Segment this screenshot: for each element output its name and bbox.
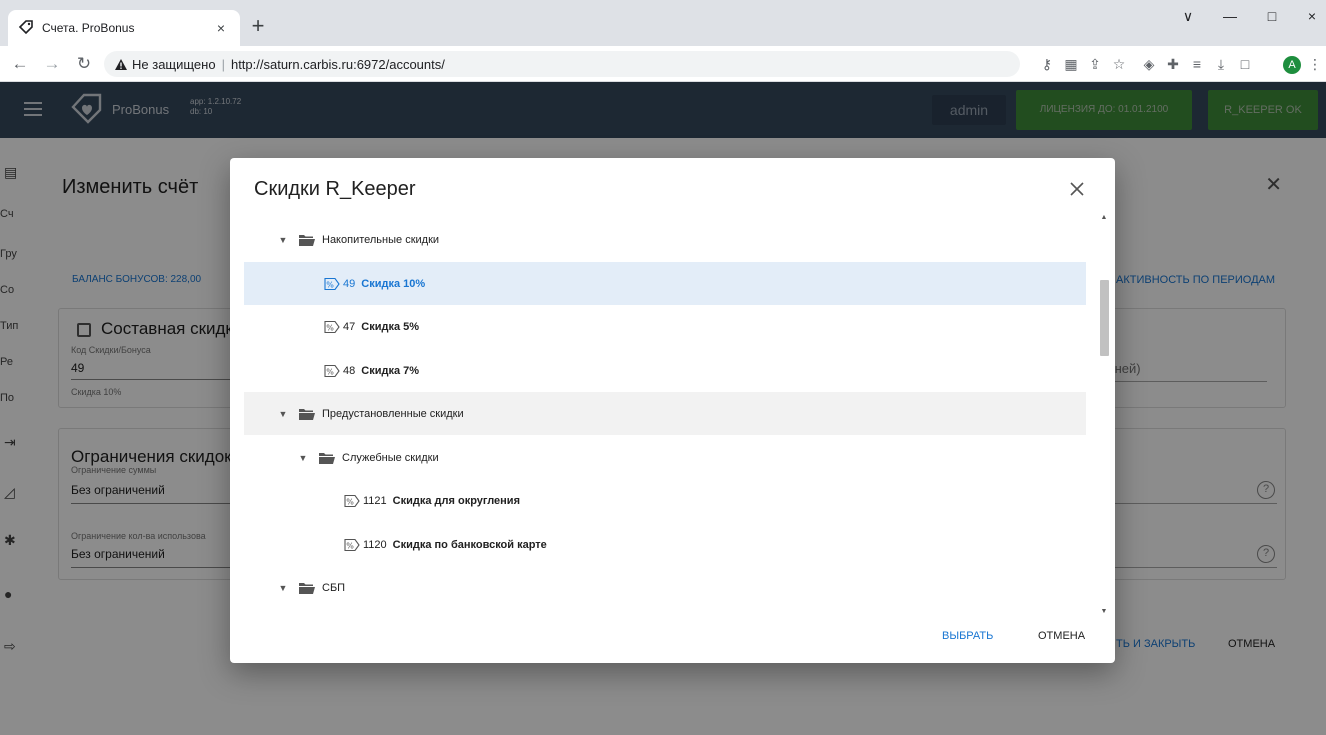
svg-text:%: % bbox=[326, 280, 334, 289]
folder-open-icon bbox=[299, 582, 315, 594]
key-icon[interactable]: ⚷ bbox=[1038, 55, 1056, 73]
expand-caret-icon[interactable]: ▼ bbox=[294, 453, 312, 463]
tree-discount-row[interactable]: % 1120 Скидка по банковской карте bbox=[244, 523, 1086, 566]
tree-folder-row[interactable]: ▼ Предустановленные скидки bbox=[244, 392, 1086, 435]
discount-code: 1120 bbox=[363, 538, 387, 551]
scroll-up-icon[interactable]: ▲ bbox=[1100, 214, 1108, 224]
discount-tag-icon: % bbox=[344, 538, 360, 551]
svg-text:%: % bbox=[346, 541, 354, 550]
tree-folder-row[interactable]: ▼ Накопительные скидки bbox=[244, 218, 1086, 261]
translate-icon[interactable]: ▦ bbox=[1062, 55, 1080, 73]
tag-icon bbox=[18, 20, 33, 35]
discount-tree: ▼ Накопительные скидки% 49 Скидка 10%% 47 Ски… bbox=[244, 218, 1086, 614]
back-arrow-icon[interactable]: ← bbox=[8, 52, 32, 76]
discount-name: Скидка 5% bbox=[361, 320, 420, 333]
security-label[interactable]: Не защищено bbox=[132, 57, 216, 72]
discount-code: 48 bbox=[343, 364, 356, 377]
discount-name: Скидка по банковской карте bbox=[392, 538, 547, 551]
tab-search-button[interactable]: ∨ bbox=[1172, 6, 1204, 26]
discount-name: Скидка для округления bbox=[392, 494, 520, 507]
address-bar[interactable]: Не защищено | http://saturn.carbis.ru:69… bbox=[104, 51, 1020, 77]
discount-name: Скидка 7% bbox=[361, 364, 420, 377]
close-window-button[interactable]: × bbox=[1296, 6, 1326, 26]
warning-icon bbox=[115, 58, 127, 70]
tree-discount-row[interactable]: % 1121 Скидка для округления bbox=[244, 479, 1086, 522]
extensions-icon[interactable]: ✚ bbox=[1164, 55, 1182, 73]
select-button[interactable]: ВЫБРАТЬ bbox=[942, 630, 993, 642]
star-icon[interactable]: ☆ bbox=[1110, 55, 1128, 73]
discount-code: 47 bbox=[343, 320, 356, 333]
tree-discount-row[interactable]: % 49 Скидка 10% bbox=[244, 262, 1086, 305]
download-icon[interactable]: ⤓ bbox=[1212, 55, 1230, 73]
menu-icon[interactable]: ⋮ bbox=[1306, 55, 1324, 73]
expand-caret-icon[interactable]: ▼ bbox=[274, 235, 292, 245]
close-icon[interactable] bbox=[1064, 176, 1090, 202]
discount-tag-icon: % bbox=[324, 364, 340, 377]
tab-title: Счета. ProBonus bbox=[42, 21, 135, 35]
profile-avatar[interactable]: A bbox=[1283, 56, 1301, 74]
share-icon[interactable]: ⇪ bbox=[1086, 55, 1104, 73]
svg-text:%: % bbox=[326, 367, 334, 376]
expand-caret-icon[interactable]: ▼ bbox=[274, 583, 292, 593]
url-text[interactable]: http://saturn.carbis.ru:6972/accounts/ bbox=[231, 57, 445, 72]
tree-scrollbar[interactable]: ▲ ▼ bbox=[1098, 214, 1110, 618]
maximize-button[interactable]: □ bbox=[1256, 6, 1288, 26]
folder-label: Служебные скидки bbox=[342, 451, 439, 464]
discount-tag-icon: % bbox=[324, 277, 340, 290]
folder-label: Предустановленные скидки bbox=[322, 407, 464, 420]
folder-open-icon bbox=[319, 452, 335, 464]
folder-label: СБП bbox=[322, 581, 346, 594]
browser-tab[interactable]: Счета. ProBonus × bbox=[8, 10, 240, 46]
new-tab-button[interactable]: + bbox=[246, 14, 270, 38]
browser-tabstrip: Счета. ProBonus × + ∨ — □ × bbox=[0, 0, 1326, 46]
reading-list-icon[interactable]: ≡ bbox=[1188, 55, 1206, 73]
folder-open-icon bbox=[299, 408, 315, 420]
modal-title: Скидки R_Keeper bbox=[254, 178, 416, 200]
svg-text:%: % bbox=[346, 497, 354, 506]
discount-tag-icon: % bbox=[324, 320, 340, 333]
forward-arrow-icon[interactable]: → bbox=[40, 52, 64, 76]
scroll-down-icon[interactable]: ▼ bbox=[1100, 608, 1108, 618]
rkeeper-discounts-modal: Скидки R_Keeper ▼ Накопительные скидки% 49… bbox=[230, 158, 1115, 663]
svg-text:%: % bbox=[326, 323, 334, 332]
discount-tag-icon: % bbox=[344, 494, 360, 507]
folder-label: Накопительные скидки bbox=[322, 233, 440, 246]
side-panel-icon[interactable]: □ bbox=[1236, 55, 1254, 73]
tree-discount-row[interactable]: % 48 Скидка 7% bbox=[244, 349, 1086, 392]
reload-icon[interactable]: ↻ bbox=[72, 52, 96, 76]
discount-name: Скидка 10% bbox=[361, 277, 426, 290]
discount-code: 1121 bbox=[363, 494, 387, 507]
discount-code: 49 bbox=[343, 277, 356, 290]
tree-discount-row[interactable]: % 47 Скидка 5% bbox=[244, 305, 1086, 348]
minimize-button[interactable]: — bbox=[1214, 6, 1246, 26]
scroll-thumb[interactable] bbox=[1100, 280, 1109, 356]
folder-open-icon bbox=[299, 234, 315, 246]
shield-extension-icon[interactable]: ◈ bbox=[1140, 55, 1158, 73]
tab-close-button[interactable]: × bbox=[212, 20, 230, 36]
cancel-button[interactable]: ОТМЕНА bbox=[1038, 630, 1085, 642]
expand-caret-icon[interactable]: ▼ bbox=[274, 409, 292, 419]
browser-toolbar: ← → ↻ Не защищено | http://saturn.carbis… bbox=[0, 46, 1326, 82]
tree-folder-row[interactable]: ▼ Служебные скидки bbox=[244, 436, 1086, 479]
tree-folder-row[interactable]: ▼ СБП bbox=[244, 566, 1086, 609]
url-separator: | bbox=[221, 56, 225, 72]
